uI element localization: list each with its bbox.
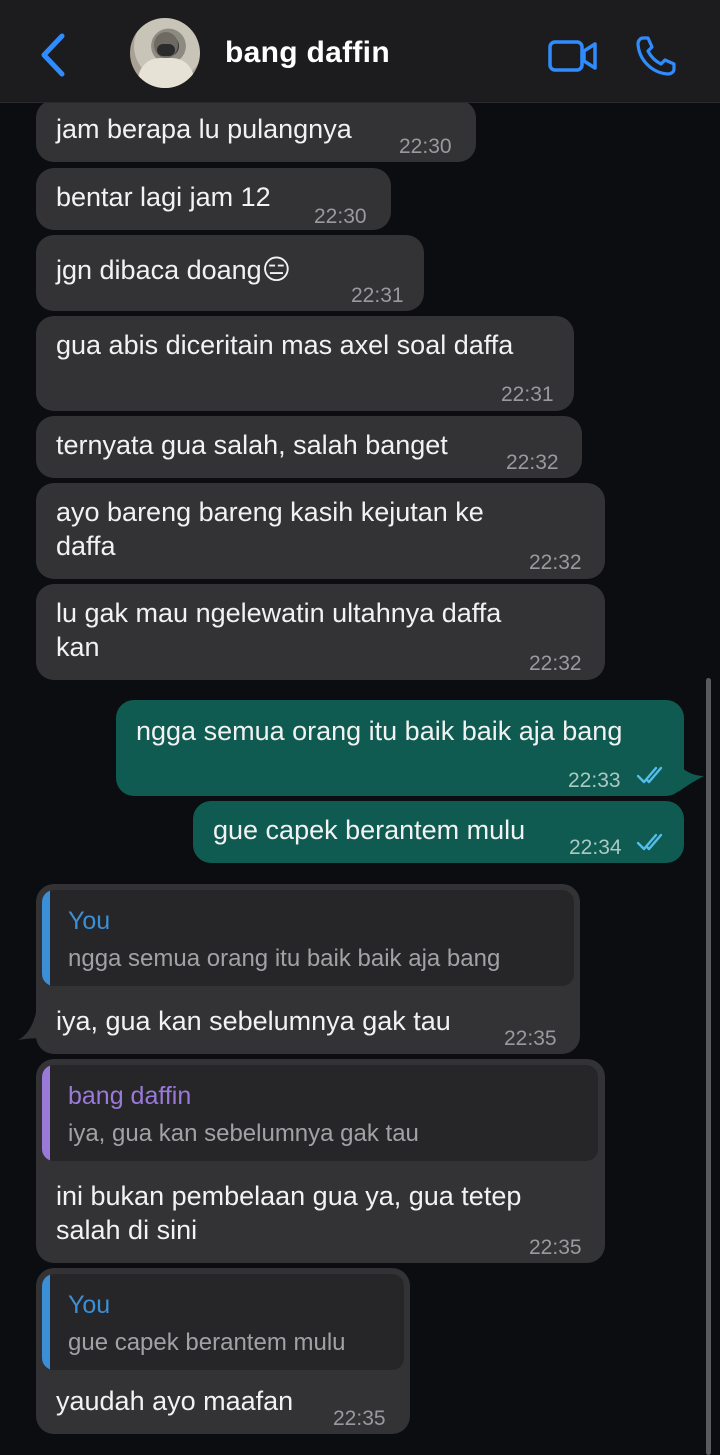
message-time: 22:35 bbox=[529, 1236, 582, 1259]
incoming-message[interactable]: gua abis diceritain mas axel soal daffa … bbox=[36, 316, 574, 411]
outgoing-message[interactable]: ngga semua orang itu baik baik aja bang … bbox=[116, 700, 684, 796]
contact-name[interactable]: bang daffin bbox=[225, 36, 390, 70]
message-text-line: daffa bbox=[56, 531, 116, 561]
message-text: ternyata gua salah, salah banget bbox=[56, 430, 448, 460]
message-text-line: kan bbox=[56, 632, 100, 662]
outgoing-message[interactable]: gue capek berantem mulu 22:34 bbox=[193, 801, 684, 863]
message-text: gua abis diceritain mas axel soal daffa bbox=[56, 330, 514, 360]
message-text-line: ini bukan pembelaan gua ya, gua tetep bbox=[56, 1181, 522, 1211]
quoted-message[interactable]: You ngga semua orang itu baik baik aja b… bbox=[42, 890, 574, 986]
incoming-message[interactable]: lu gak mau ngelewatin ultahnya daffa kan… bbox=[36, 584, 605, 680]
message-text-line: ayo bareng bareng kasih kejutan ke bbox=[56, 497, 484, 527]
message-time: 22:31 bbox=[351, 284, 404, 307]
message-list[interactable]: jam berapa lu pulangnya 22:30 bentar lag… bbox=[0, 100, 720, 1455]
read-receipt-icon bbox=[636, 766, 663, 784]
message-time: 22:34 bbox=[569, 836, 622, 859]
message-time: 22:32 bbox=[529, 551, 582, 574]
message-text: bentar lagi jam 12 bbox=[56, 182, 271, 212]
read-receipt-icon bbox=[636, 833, 663, 851]
quoted-author: You bbox=[68, 1291, 111, 1319]
incoming-message[interactable]: ayo bareng bareng kasih kejutan ke daffa… bbox=[36, 483, 605, 579]
message-text-line: salah di sini bbox=[56, 1215, 198, 1245]
message-time: 22:30 bbox=[314, 205, 367, 228]
message-text: yaudah ayo maafan bbox=[56, 1386, 294, 1416]
message-text-line: lu gak mau ngelewatin ultahnya daffa bbox=[56, 598, 502, 628]
quoted-message[interactable]: bang daffin iya, gua kan sebelumnya gak … bbox=[42, 1065, 598, 1161]
incoming-reply-message[interactable]: You gue capek berantem mulu yaudah ayo m… bbox=[36, 1268, 410, 1434]
message-time: 22:31 bbox=[501, 383, 554, 406]
message-time: 22:35 bbox=[504, 1027, 557, 1050]
incoming-reply-message[interactable]: You ngga semua orang itu baik baik aja b… bbox=[36, 884, 580, 1054]
message-text: gue capek berantem mulu bbox=[213, 815, 526, 845]
bubble-tail bbox=[676, 762, 704, 792]
incoming-message[interactable]: jam berapa lu pulangnya 22:30 bbox=[36, 100, 476, 162]
quoted-author: You bbox=[68, 907, 111, 935]
quoted-text: gue capek berantem mulu bbox=[68, 1329, 346, 1356]
scrollbar[interactable] bbox=[706, 678, 711, 1455]
quoted-message[interactable]: You gue capek berantem mulu bbox=[42, 1274, 404, 1370]
message-text: ngga semua orang itu baik baik aja bang bbox=[136, 716, 623, 746]
quoted-text: iya, gua kan sebelumnya gak tau bbox=[68, 1120, 419, 1147]
phone-icon[interactable] bbox=[634, 34, 678, 78]
video-camera-icon[interactable] bbox=[548, 38, 598, 74]
message-text: iya, gua kan sebelumnya gak tau bbox=[56, 1006, 451, 1036]
incoming-message[interactable]: ternyata gua salah, salah banget 22:32 bbox=[36, 416, 582, 478]
message-time: 22:32 bbox=[529, 652, 582, 675]
message-text: jam berapa lu pulangnya bbox=[56, 114, 352, 144]
chevron-left-icon[interactable] bbox=[34, 32, 74, 78]
expressionless-emoji: 😑 bbox=[261, 254, 291, 285]
incoming-message[interactable]: bentar lagi jam 12 22:30 bbox=[36, 168, 391, 230]
message-text: jgn dibaca doang😑 bbox=[56, 254, 291, 285]
chat-header: bang daffin bbox=[0, 0, 720, 103]
avatar[interactable] bbox=[130, 18, 200, 88]
incoming-message[interactable]: jgn dibaca doang😑 22:31 bbox=[36, 235, 424, 311]
quoted-author: bang daffin bbox=[68, 1082, 192, 1110]
message-time: 22:32 bbox=[506, 451, 559, 474]
message-time: 22:30 bbox=[399, 135, 452, 158]
message-time: 22:33 bbox=[568, 769, 621, 792]
quoted-text: ngga semua orang itu baik baik aja bang bbox=[68, 945, 501, 972]
message-time: 22:35 bbox=[333, 1407, 386, 1430]
incoming-reply-message[interactable]: bang daffin iya, gua kan sebelumnya gak … bbox=[36, 1059, 605, 1263]
